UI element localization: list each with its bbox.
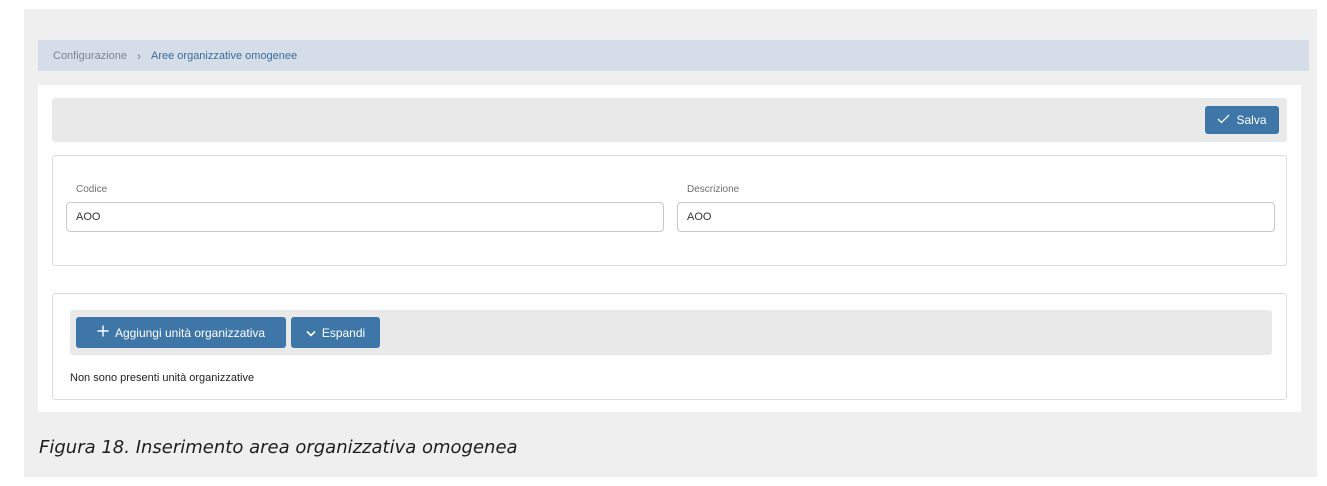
breadcrumb-root[interactable]: Configurazione (53, 50, 127, 62)
aoo-form-card: Codice Descrizione (52, 155, 1287, 266)
organizational-units-card: Aggiungi unità organizzativa Espandi Non… (52, 293, 1287, 400)
save-button[interactable]: Salva (1205, 106, 1279, 134)
units-toolbar: Aggiungi unità organizzativa Espandi (70, 310, 1272, 355)
codice-field[interactable] (66, 202, 664, 232)
check-icon (1217, 113, 1236, 127)
expand-button-label: Espandi (321, 325, 366, 340)
main-content: Salva Codice Descrizione Aggiungi unità … (38, 85, 1301, 412)
empty-units-message: Non sono presenti unità organizzative (70, 372, 255, 384)
action-toolbar: Salva (52, 98, 1287, 142)
add-unit-button[interactable]: Aggiungi unità organizzativa (76, 317, 286, 348)
chevron-down-icon (306, 326, 322, 340)
expand-button[interactable]: Espandi (291, 317, 380, 348)
breadcrumb: Configurazione › Aree organizzative omog… (38, 40, 1309, 71)
descrizione-field[interactable] (677, 202, 1275, 232)
add-unit-button-label: Aggiungi unità organizzativa (114, 325, 266, 340)
codice-label: Codice (76, 184, 108, 195)
figure-caption: Figura 18. Inserimento area organizzativ… (39, 437, 518, 458)
breadcrumb-separator-icon: › (137, 48, 141, 63)
breadcrumb-current: Aree organizzative omogenee (151, 49, 298, 62)
descrizione-label: Descrizione (687, 184, 740, 195)
save-button-label: Salva (1236, 113, 1267, 127)
plus-icon (97, 325, 115, 340)
